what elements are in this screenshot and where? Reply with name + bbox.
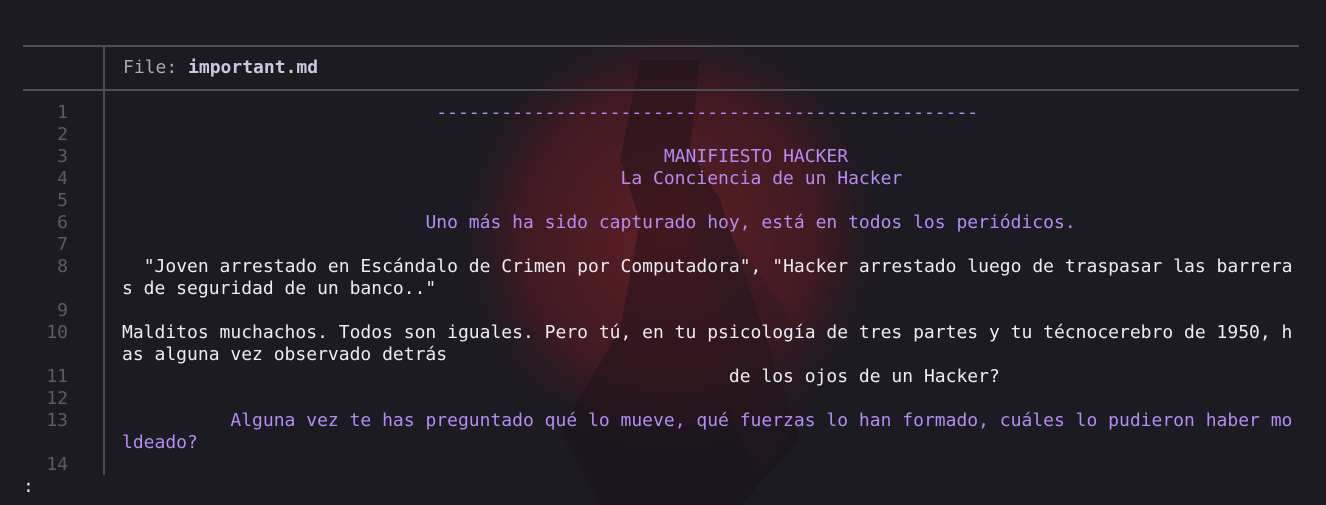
content-line: 12 [23,388,1299,410]
pager-prompt[interactable]: : [23,476,34,498]
file-name: important.md [188,57,319,78]
content-line: 5 [23,190,1299,212]
content-line: 1 --------------------------------------… [23,102,1299,124]
line-number: 8 [57,256,68,277]
line-text: "Joven arrestado en Escándalo de Crimen … [122,256,1293,299]
line-number: 3 [57,146,68,167]
content-line: 2 [23,124,1299,146]
content-line: 11 de los ojos de un Hacker? [23,366,1299,388]
line-number: 14 [46,454,68,475]
content-line: 14 [23,454,1299,476]
line-text [122,300,1299,322]
content-line: 8 "Joven arrestado en Escándalo de Crime… [23,256,1299,300]
content-line: 9 [23,300,1299,322]
file-header: File: important.md [123,57,318,79]
line-number: 6 [57,212,68,233]
line-number: 5 [57,190,68,211]
line-text [122,124,1299,146]
content-line: 3 MANIFIESTO HACKER [23,146,1299,168]
line-text: de los ojos de un Hacker? [122,366,1000,387]
line-number: 7 [57,234,68,255]
file-label: File: [123,57,189,78]
line-text: Alguna vez te has preguntado qué lo muev… [122,410,1293,453]
content-line: 4 La Conciencia de un Hacker [23,168,1299,190]
line-number: 13 [46,410,68,431]
line-text: Malditos muchachos. Todos son iguales. P… [122,322,1293,365]
line-number: 1 [57,102,68,123]
line-number: 4 [57,168,68,189]
line-number: 2 [57,124,68,145]
line-text: ----------------------------------------… [122,102,979,123]
line-text [122,388,1299,410]
line-text [122,190,1299,212]
line-text: MANIFIESTO HACKER [122,146,849,167]
content-line: 6 Uno más ha sido capturado hoy, está en… [23,212,1299,234]
line-number: 12 [46,388,68,409]
line-number: 10 [46,322,68,343]
line-text [122,234,1299,256]
line-text: Uno más ha sido capturado hoy, está en t… [122,212,1076,233]
line-text: La Conciencia de un Hacker [122,168,903,189]
line-number: 9 [57,300,68,321]
file-content[interactable]: 1 --------------------------------------… [23,102,1299,476]
line-text [122,454,1299,476]
line-number: 11 [46,366,68,387]
top-rule [23,45,1299,47]
content-line: 10 Malditos muchachos. Todos son iguales.… [23,322,1299,366]
content-line: 13 Alguna vez te has preguntado qué lo m… [23,410,1299,454]
header-rule [23,89,1299,91]
content-line: 7 [23,234,1299,256]
